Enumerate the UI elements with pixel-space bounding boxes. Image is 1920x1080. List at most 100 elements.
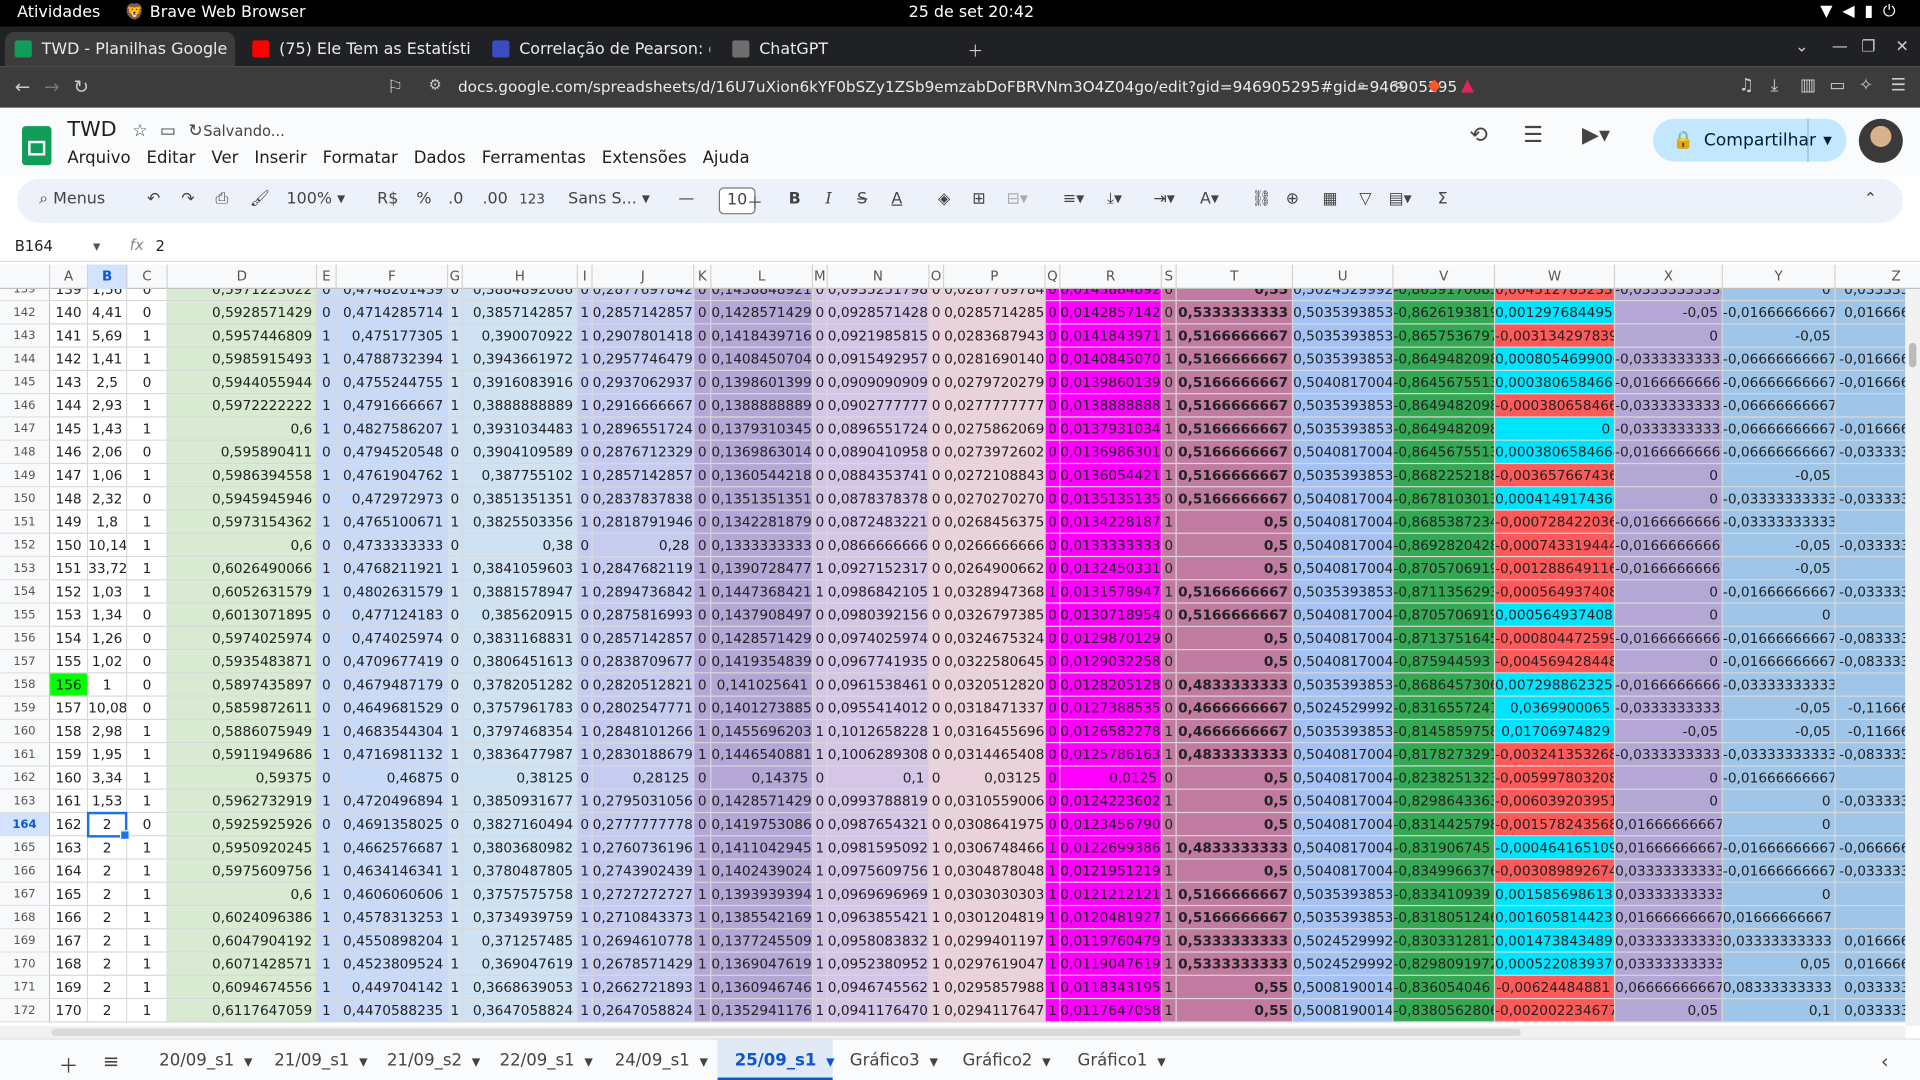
cell[interactable]: 0,08965517241 xyxy=(827,417,930,441)
cell[interactable]: 1 xyxy=(127,394,168,418)
column-header[interactable]: C xyxy=(127,264,168,289)
cell[interactable]: 0 xyxy=(694,673,712,697)
cell[interactable]: 156 xyxy=(50,673,89,697)
cell[interactable]: 0,1385542169 xyxy=(711,906,814,930)
cell[interactable]: 0 xyxy=(929,650,945,674)
row-header[interactable]: 162 xyxy=(0,766,51,790)
cell[interactable]: 1 xyxy=(1162,929,1177,953)
cell[interactable]: 0 xyxy=(929,417,945,441)
cell[interactable]: -0,1 xyxy=(1835,673,1906,697)
cell[interactable]: 0,2710843373 xyxy=(592,906,695,930)
search-menus-button[interactable]: ⌕ Menus xyxy=(39,190,105,208)
cell[interactable]: -0,8380562806 xyxy=(1393,999,1496,1023)
cell[interactable]: 0 xyxy=(1045,464,1061,488)
cell[interactable]: -0,03333333333 xyxy=(1615,743,1723,767)
cell[interactable]: -0,05 xyxy=(1835,464,1906,488)
select-all-corner[interactable] xyxy=(0,264,51,289)
cell[interactable]: 0,1006289308 xyxy=(827,743,930,767)
cell[interactable]: 0,5040817004 xyxy=(1293,371,1394,395)
cell[interactable]: 0,2647058824 xyxy=(592,999,695,1023)
cell[interactable]: 0,2830188679 xyxy=(592,743,695,767)
cell[interactable]: 1 xyxy=(1162,975,1177,1000)
cell[interactable]: 1 xyxy=(317,836,337,860)
column-header[interactable]: D xyxy=(168,264,318,289)
row-header[interactable]: 143 xyxy=(0,324,51,348)
cell[interactable]: 1 xyxy=(127,324,168,348)
row-header[interactable]: 154 xyxy=(0,580,51,604)
cell[interactable]: 0,01242236025 xyxy=(1060,789,1163,814)
cell[interactable]: 1 xyxy=(127,580,168,604)
cell[interactable]: 0 xyxy=(1162,813,1177,837)
cell[interactable]: 0,5166666667 xyxy=(1176,417,1294,441)
row-header[interactable]: 161 xyxy=(0,743,51,767)
cell[interactable]: 1 xyxy=(448,324,463,348)
row-header[interactable]: 165 xyxy=(0,836,51,860)
cell[interactable]: 0 xyxy=(127,626,168,651)
cell[interactable]: 0,08843537415 xyxy=(827,464,930,488)
cell[interactable]: -0,0004641651097 xyxy=(1495,836,1616,860)
share-url-icon[interactable]: ⋖ xyxy=(1391,76,1405,96)
cell[interactable]: 1 xyxy=(317,952,337,976)
cell[interactable]: -0,05 xyxy=(1835,557,1906,581)
cell[interactable]: 0,09467455621 xyxy=(827,975,930,1000)
cell[interactable]: 0,1360544218 xyxy=(711,464,814,488)
cell[interactable]: 1 xyxy=(577,929,593,953)
cell[interactable]: 0,474025974 xyxy=(336,626,449,651)
cell[interactable]: 0,01666666667 xyxy=(1722,906,1836,930)
cell[interactable]: 0,01360544218 xyxy=(1060,464,1163,488)
cell[interactable]: 0,2876712329 xyxy=(592,440,695,465)
cell[interactable]: 0 xyxy=(694,288,712,302)
cell[interactable]: 0,4666666667 xyxy=(1176,696,1294,721)
cell[interactable]: 0,4833333333 xyxy=(1176,743,1294,767)
cell[interactable]: 0 xyxy=(929,510,945,534)
cell[interactable]: 1 xyxy=(1162,836,1177,860)
reload-icon[interactable]: ↻ xyxy=(73,76,88,98)
cell[interactable]: 0 xyxy=(1045,603,1061,627)
cell[interactable]: 0,09154929577 xyxy=(827,347,930,372)
cell[interactable]: 0,01226993865 xyxy=(1060,836,1163,860)
cell[interactable]: 0 xyxy=(929,766,945,790)
cell[interactable]: -0,03333333333 xyxy=(1835,487,1906,511)
cell[interactable]: 10,08 xyxy=(88,696,128,721)
cell[interactable]: 1 xyxy=(813,743,828,767)
cell[interactable]: 0,5166666667 xyxy=(1176,347,1294,372)
cell[interactable]: 1 xyxy=(317,720,337,744)
cell[interactable]: 1 xyxy=(317,929,337,953)
cell[interactable]: 0,38 xyxy=(462,533,578,558)
cell[interactable]: 1 xyxy=(1162,417,1177,441)
cell[interactable]: 0,01298701299 xyxy=(1060,626,1163,651)
cell[interactable]: 0 xyxy=(577,440,593,465)
cell[interactable]: 1 xyxy=(929,952,945,976)
cell[interactable]: 0,01666666667 xyxy=(1615,836,1723,860)
cell[interactable]: 5,69 xyxy=(88,324,128,348)
cell[interactable]: 0,3904109589 xyxy=(462,440,578,465)
cell[interactable]: 0 xyxy=(1162,650,1177,674)
cell[interactable]: 1 xyxy=(448,464,463,488)
cell[interactable]: 0,5008190014 xyxy=(1293,975,1394,1000)
cell[interactable]: 0 xyxy=(577,603,593,627)
cell[interactable]: 0,5 xyxy=(1176,626,1294,651)
cell[interactable]: 0 xyxy=(694,440,712,465)
cell[interactable]: -0,001288649116 xyxy=(1495,557,1616,581)
cell[interactable]: -0,01666666667 xyxy=(1615,626,1723,651)
cell[interactable]: 159 xyxy=(50,743,89,767)
cell[interactable]: 0,6026490066 xyxy=(167,557,318,581)
cell[interactable]: 0,1333333333 xyxy=(711,533,814,558)
cell[interactable]: 0,4791666667 xyxy=(336,394,449,418)
column-header[interactable]: V xyxy=(1393,264,1496,289)
cell[interactable]: 0,01176470588 xyxy=(1060,999,1163,1023)
cell[interactable]: 0,5024529992 xyxy=(1293,288,1394,302)
cell[interactable]: 0,5166666667 xyxy=(1176,906,1294,930)
cell[interactable]: 1 xyxy=(448,371,463,395)
brave-shields-icon[interactable]: ◆ xyxy=(1428,76,1441,96)
cell[interactable]: 0,4470588235 xyxy=(336,999,449,1023)
horizontal-scrollbar[interactable] xyxy=(0,1026,1906,1039)
cell[interactable]: 0 xyxy=(317,626,337,651)
cell[interactable]: 1 xyxy=(813,557,828,581)
cell[interactable]: 0 xyxy=(694,603,712,627)
cell[interactable]: 1 xyxy=(448,999,463,1023)
cell[interactable]: -0,01666666667 xyxy=(1835,417,1906,441)
cell[interactable]: 1 xyxy=(577,882,593,907)
cell[interactable]: 0,5962732919 xyxy=(167,789,318,814)
cell[interactable]: 0 xyxy=(127,603,168,627)
